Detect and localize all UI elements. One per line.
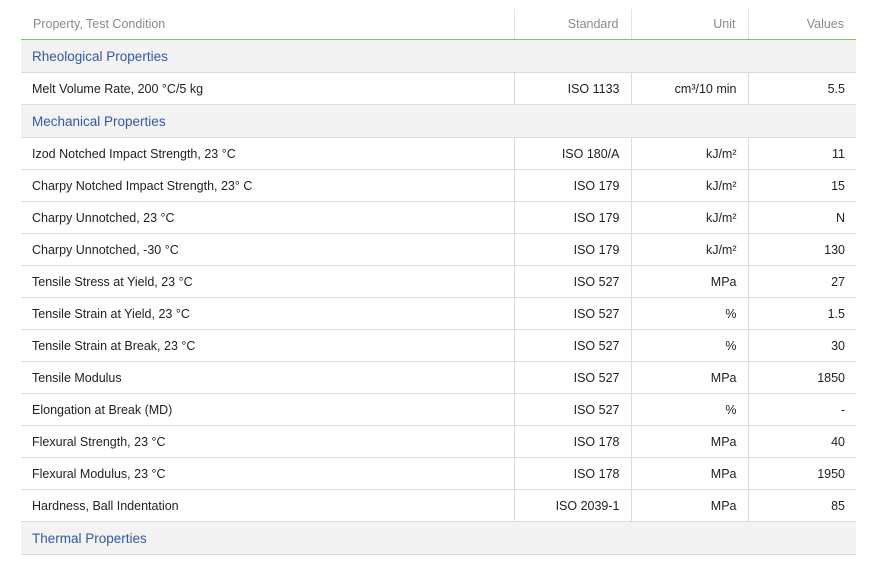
table-row: Tensile Modulus ISO 527 MPa 1850 [21, 361, 856, 394]
table-body: Rheological Properties Melt Volume Rate, … [21, 39, 856, 555]
table-row: Charpy Unnotched, -30 °C ISO 179 kJ/m² 130 [21, 233, 856, 266]
property-cell: Tensile Stress at Yield, 23 °C [21, 265, 514, 298]
table-row: Flexural Modulus, 23 °C ISO 178 MPa 1950 [21, 457, 856, 490]
unit-cell: kJ/m² [630, 233, 748, 266]
unit-cell: kJ/m² [630, 169, 748, 202]
standard-cell: ISO 179 [513, 201, 631, 234]
table-row: Elongation at Break (MD) ISO 527% - [21, 393, 856, 426]
header-unit: Unit [630, 9, 748, 40]
standard-cell: ISO 178 [513, 425, 631, 458]
unit-cell: kJ/m² [630, 137, 748, 170]
unit-cell: MPa [630, 489, 748, 522]
table-row: Flexural Strength, 23 °C ISO 178 MPa 40 [21, 425, 856, 458]
section-header-row: Thermal Properties [21, 521, 856, 555]
standard-cell: ISO 178 [513, 457, 631, 490]
table-row: Izod Notched Impact Strength, 23 °C ISO 1… [21, 137, 856, 170]
property-cell: Flexural Strength, 23 °C [21, 425, 514, 458]
value-cell: 40 [747, 425, 856, 458]
standard-cell: ISO 527 [513, 361, 631, 394]
section-title: Rheological Properties [21, 39, 856, 73]
unit-cell: % [630, 297, 748, 330]
unit-cell: MPa [630, 265, 748, 298]
table-row: Charpy Unnotched, 23 °C ISO 179 kJ/m² N [21, 201, 856, 234]
standard-cell: ISO 527 [513, 265, 631, 298]
property-cell: Melt Volume Rate, 200 °C/5 kg [21, 72, 514, 105]
value-cell: 85 [747, 489, 856, 522]
value-cell: 27 [747, 265, 856, 298]
unit-cell: MPa [630, 457, 748, 490]
unit-cell: kJ/m² [630, 201, 748, 234]
property-cell: Charpy Unnotched, 23 °C [21, 201, 514, 234]
table-row: Tensile Strain at Break, 23 °C ISO 527% 30 [21, 329, 856, 362]
unit-cell: % [630, 393, 748, 426]
property-cell: Tensile Modulus [21, 361, 514, 394]
unit-cell: MPa [630, 425, 748, 458]
table-row: Tensile Stress at Yield, 23 °C ISO 527 MPa… [21, 265, 856, 298]
standard-cell: ISO 527 [513, 329, 631, 362]
header-standard: Standard [513, 9, 631, 40]
section-header-row: Mechanical Properties [21, 104, 856, 138]
table-row: Tensile Strain at Yield, 23 °C ISO 527% 1.… [21, 297, 856, 330]
header-property: Property, Test Condition [21, 9, 514, 40]
value-cell: 1850 [747, 361, 856, 394]
property-cell: Charpy Unnotched, -30 °C [21, 233, 514, 266]
standard-cell: ISO 527 [513, 393, 631, 426]
value-cell: 15 [747, 169, 856, 202]
table-header: Property, Test Condition Standard Unit V… [21, 9, 856, 40]
header-values: Values [747, 9, 856, 40]
standard-cell: ISO 179 [513, 169, 631, 202]
header-row: Property, Test Condition Standard Unit V… [21, 9, 856, 40]
section-title: Thermal Properties [21, 521, 856, 555]
properties-table-container: Property, Test Condition Standard Unit V… [21, 9, 856, 555]
value-cell: 130 [747, 233, 856, 266]
property-cell: Charpy Notched Impact Strength, 23° C [21, 169, 514, 202]
unit-cell: MPa [630, 361, 748, 394]
value-cell: 30 [747, 329, 856, 362]
table-row: Charpy Notched Impact Strength, 23° C ISO… [21, 169, 856, 202]
standard-cell: ISO 180/A [513, 137, 631, 170]
value-cell: - [747, 393, 856, 426]
standard-cell: ISO 1133 [513, 72, 631, 105]
table-row: Hardness, Ball Indentation ISO 2039-1 MPa 8… [21, 489, 856, 522]
unit-cell: cm³/10 min [630, 72, 748, 105]
property-cell: Tensile Strain at Yield, 23 °C [21, 297, 514, 330]
property-cell: Hardness, Ball Indentation [21, 489, 514, 522]
value-cell: N [747, 201, 856, 234]
value-cell: 11 [747, 137, 856, 170]
section-title: Mechanical Properties [21, 104, 856, 138]
property-cell: Elongation at Break (MD) [21, 393, 514, 426]
property-cell: Tensile Strain at Break, 23 °C [21, 329, 514, 362]
table-row: Melt Volume Rate, 200 °C/5 kg ISO 1133 cm³… [21, 72, 856, 105]
value-cell: 1950 [747, 457, 856, 490]
value-cell: 1.5 [747, 297, 856, 330]
standard-cell: ISO 527 [513, 297, 631, 330]
unit-cell: % [630, 329, 748, 362]
standard-cell: ISO 179 [513, 233, 631, 266]
section-header-row: Rheological Properties [21, 39, 856, 73]
standard-cell: ISO 2039-1 [513, 489, 631, 522]
property-cell: Izod Notched Impact Strength, 23 °C [21, 137, 514, 170]
properties-table: Property, Test Condition Standard Unit V… [21, 9, 856, 555]
property-cell: Flexural Modulus, 23 °C [21, 457, 514, 490]
value-cell: 5.5 [747, 72, 856, 105]
